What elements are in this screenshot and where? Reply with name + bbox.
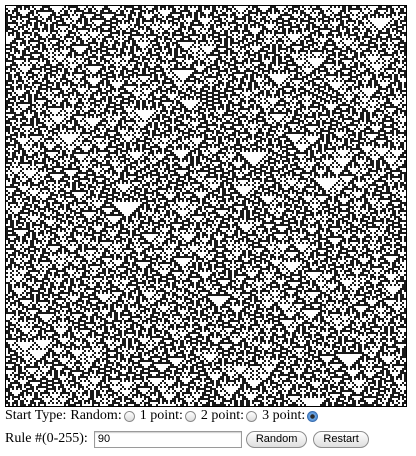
random-button[interactable]: Random — [245, 430, 308, 448]
option-1-point-label: 1 point: — [139, 408, 183, 423]
option-2-point-label: 2 point: — [200, 408, 245, 423]
restart-button[interactable]: Restart — [313, 430, 369, 448]
option-random-label: Random: — [70, 408, 122, 423]
start-2-point-radio[interactable] — [246, 410, 258, 422]
rule-row: Rule #(0-255): Random Restart — [5, 428, 369, 450]
rule-label: Rule #(0-255): — [5, 431, 88, 446]
automaton-canvas — [5, 5, 407, 407]
rule-number-input[interactable] — [93, 430, 242, 448]
start-type-row: Start Type: Random: 1 point: 2 point: 3 … — [5, 406, 319, 426]
option-3-point-label: 3 point: — [262, 408, 306, 423]
start-type-label: Start Type: — [5, 408, 67, 423]
start-random-radio[interactable] — [123, 410, 135, 422]
start-1-point-radio[interactable] — [184, 410, 196, 422]
start-3-point-radio[interactable] — [307, 410, 319, 422]
